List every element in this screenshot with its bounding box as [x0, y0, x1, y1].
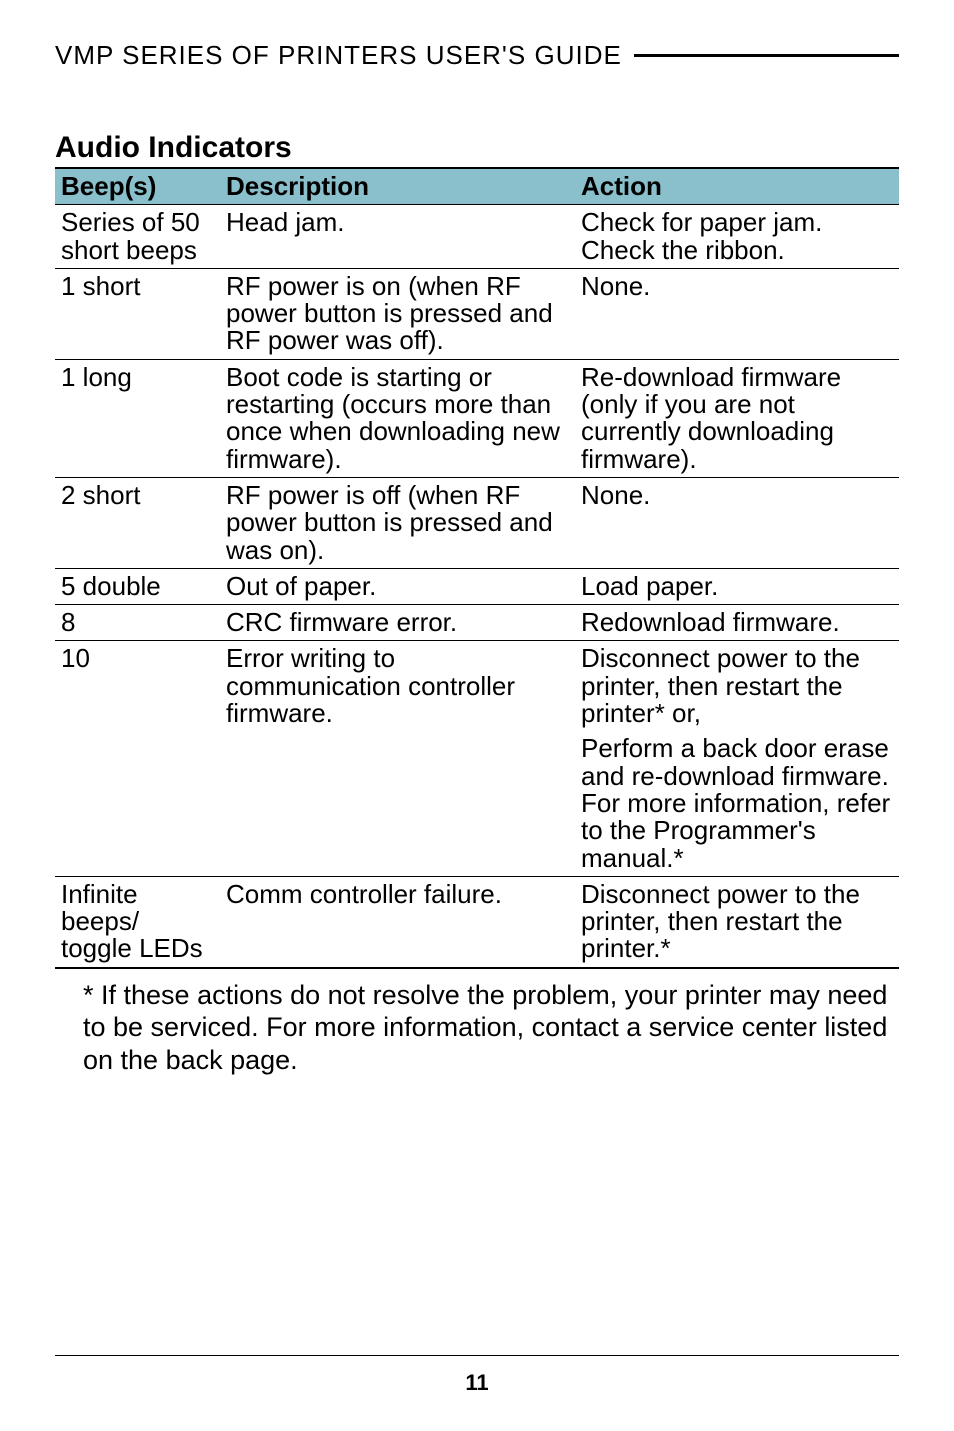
cell-description: CRC firmware error. [220, 605, 575, 641]
cell-description: Comm controller failure. [220, 876, 575, 967]
table-row: 5 double Out of paper. Load paper. [55, 568, 899, 604]
table-header-row: Beep(s) Description Action [55, 168, 899, 205]
cell-beeps: 2 short [55, 477, 220, 568]
cell-action: None. [575, 477, 899, 568]
cell-description: Head jam. [220, 205, 575, 269]
cell-beeps: 1 long [55, 359, 220, 477]
cell-action: Load paper. [575, 568, 899, 604]
bottom-rule [55, 1355, 899, 1357]
section-title: Audio Indicators [55, 131, 899, 165]
header-description: Description [220, 168, 575, 205]
cell-beeps: Infinite beeps/ toggle LEDs [55, 876, 220, 967]
table-row: 1 short RF power is on (when RF power bu… [55, 268, 899, 359]
cell-action: Re-download firmware (only if you are no… [575, 359, 899, 477]
cell-description: Out of paper. [220, 568, 575, 604]
table-row: 10 Error writing to communication contro… [55, 641, 899, 731]
cell-action: None. [575, 268, 899, 359]
header-rule [634, 54, 899, 57]
cell-beeps: 10 [55, 641, 220, 731]
cell-beeps: 1 short [55, 268, 220, 359]
cell-action: Check for paper jam. Check the ribbon. [575, 205, 899, 269]
table-row: Series of 50 short beeps Head jam. Check… [55, 205, 899, 269]
cell-description: Boot code is starting or restarting (occ… [220, 359, 575, 477]
table-row: Perform a back door erase and re-downloa… [55, 731, 899, 876]
footnote: * If these actions do not resolve the pr… [83, 979, 889, 1076]
cell-beeps: 8 [55, 605, 220, 641]
table-row: 1 long Boot code is starting or restarti… [55, 359, 899, 477]
cell-beeps: Series of 50 short beeps [55, 205, 220, 269]
table-row: 2 short RF power is off (when RF power b… [55, 477, 899, 568]
cell-description: Error writing to communication controlle… [220, 641, 575, 731]
document-title: VMP SERIES OF PRINTERS USER'S GUIDE [55, 40, 622, 71]
cell-action: Redownload firmware. [575, 605, 899, 641]
header-action: Action [575, 168, 899, 205]
document-header: VMP SERIES OF PRINTERS USER'S GUIDE [55, 40, 899, 71]
page-number: 11 [0, 1370, 954, 1396]
header-beeps: Beep(s) [55, 168, 220, 205]
table-row: Infinite beeps/ toggle LEDs Comm control… [55, 876, 899, 967]
table-row: 8 CRC firmware error. Redownload firmwar… [55, 605, 899, 641]
cell-description: RF power is on (when RF power button is … [220, 268, 575, 359]
cell-description: RF power is off (when RF power button is… [220, 477, 575, 568]
cell-beeps: 5 double [55, 568, 220, 604]
cell-beeps [55, 731, 220, 876]
cell-action: Disconnect power to the printer, then re… [575, 876, 899, 967]
cell-description [220, 731, 575, 876]
cell-action: Disconnect power to the printer, then re… [575, 641, 899, 731]
cell-action: Perform a back door erase and re-downloa… [575, 731, 899, 876]
audio-indicators-table: Beep(s) Description Action Series of 50 … [55, 167, 899, 969]
